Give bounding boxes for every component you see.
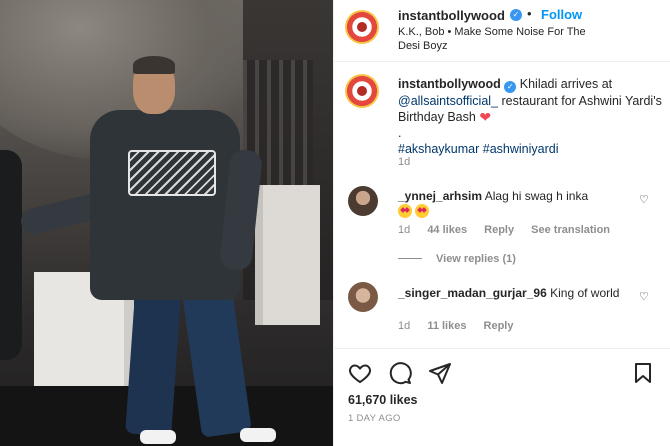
separator-dot: • <box>527 6 532 21</box>
verified-icon: ✓ <box>504 81 517 93</box>
view-replies-label: View replies (1) <box>436 253 516 265</box>
person-shoe-right <box>240 428 276 442</box>
heart-icon[interactable]: ♡ <box>639 290 649 303</box>
comment-text: _singer_madan_gurjar_96 King of world <box>398 286 638 301</box>
comment-body: King of world <box>550 286 620 300</box>
save-icon[interactable] <box>631 361 655 385</box>
replies-line <box>398 258 422 259</box>
caption-text: instantbollywood ✓ Khiladi arrives at @a… <box>398 76 664 157</box>
caption-text-before: Khiladi arrives at <box>519 77 613 91</box>
heart-icon[interactable]: ♡ <box>639 193 649 206</box>
comment-meta: 1d 11 likes Reply <box>398 320 528 332</box>
comment-meta: 1d 44 likes Reply See translation <box>398 224 624 236</box>
post-time: 1 DAY AGO <box>348 413 401 424</box>
red-heart-emoji: ❤ <box>479 109 492 125</box>
comment-username[interactable]: _singer_madan_gurjar_96 <box>398 286 547 300</box>
comment-icon[interactable] <box>388 361 412 385</box>
hoodie-print <box>128 150 216 196</box>
caption-hashtags[interactable]: #akshaykumar #ashwiniyardi <box>398 142 559 156</box>
heart-eyes-emoji <box>415 204 429 218</box>
caption-age: 1d <box>398 156 411 168</box>
verified-icon: ✓ <box>510 9 522 21</box>
comment-likes[interactable]: 11 likes <box>427 320 466 332</box>
person-hair <box>133 56 175 74</box>
post-actions: 61,670 likes 1 DAY AGO <box>334 348 670 446</box>
bystander <box>0 150 22 360</box>
comment-text: _ynnej_arhsim Alag hi swag h inka <box>398 189 638 220</box>
person-leg-left <box>125 293 181 437</box>
reply-button[interactable]: Reply <box>484 320 514 332</box>
person-shoe-left <box>140 430 176 444</box>
post-panel: instantbollywood ✓ • Follow K.K., Bob • … <box>333 0 670 446</box>
likes-count[interactable]: 61,670 likes <box>348 393 418 407</box>
comment-body: Alag hi swag h inka <box>484 189 589 203</box>
account-avatar[interactable] <box>345 10 379 44</box>
post-header: instantbollywood ✓ • Follow K.K., Bob • … <box>334 0 670 62</box>
header-username[interactable]: instantbollywood <box>398 8 505 23</box>
comment-username[interactable]: _ynnej_arhsim <box>398 189 482 203</box>
white-block-right <box>255 185 320 325</box>
person-hoodie <box>90 110 240 300</box>
heart-icon[interactable] <box>348 361 372 385</box>
caption-dot: . <box>398 126 402 140</box>
reply-button[interactable]: Reply <box>484 224 514 236</box>
comment-age: 1d <box>398 320 411 332</box>
commenter-avatar[interactable] <box>348 282 378 312</box>
view-replies-button[interactable]: View replies (1) <box>398 253 516 265</box>
caption-avatar[interactable] <box>345 74 379 108</box>
see-translation-button[interactable]: See translation <box>531 224 610 236</box>
comment-likes[interactable]: 44 likes <box>427 224 467 236</box>
caption-mention[interactable]: @allsaintsofficial_ <box>398 94 498 108</box>
caption-username[interactable]: instantbollywood <box>398 77 501 91</box>
share-icon[interactable] <box>428 361 452 385</box>
audio-label[interactable]: K.K., Bob • Make Some Noise For The Desi… <box>398 25 608 53</box>
post-media[interactable] <box>0 0 333 446</box>
comment-age: 1d <box>398 224 411 236</box>
follow-button[interactable]: Follow <box>541 7 582 22</box>
heart-eyes-emoji <box>398 204 412 218</box>
commenter-avatar[interactable] <box>348 186 378 216</box>
